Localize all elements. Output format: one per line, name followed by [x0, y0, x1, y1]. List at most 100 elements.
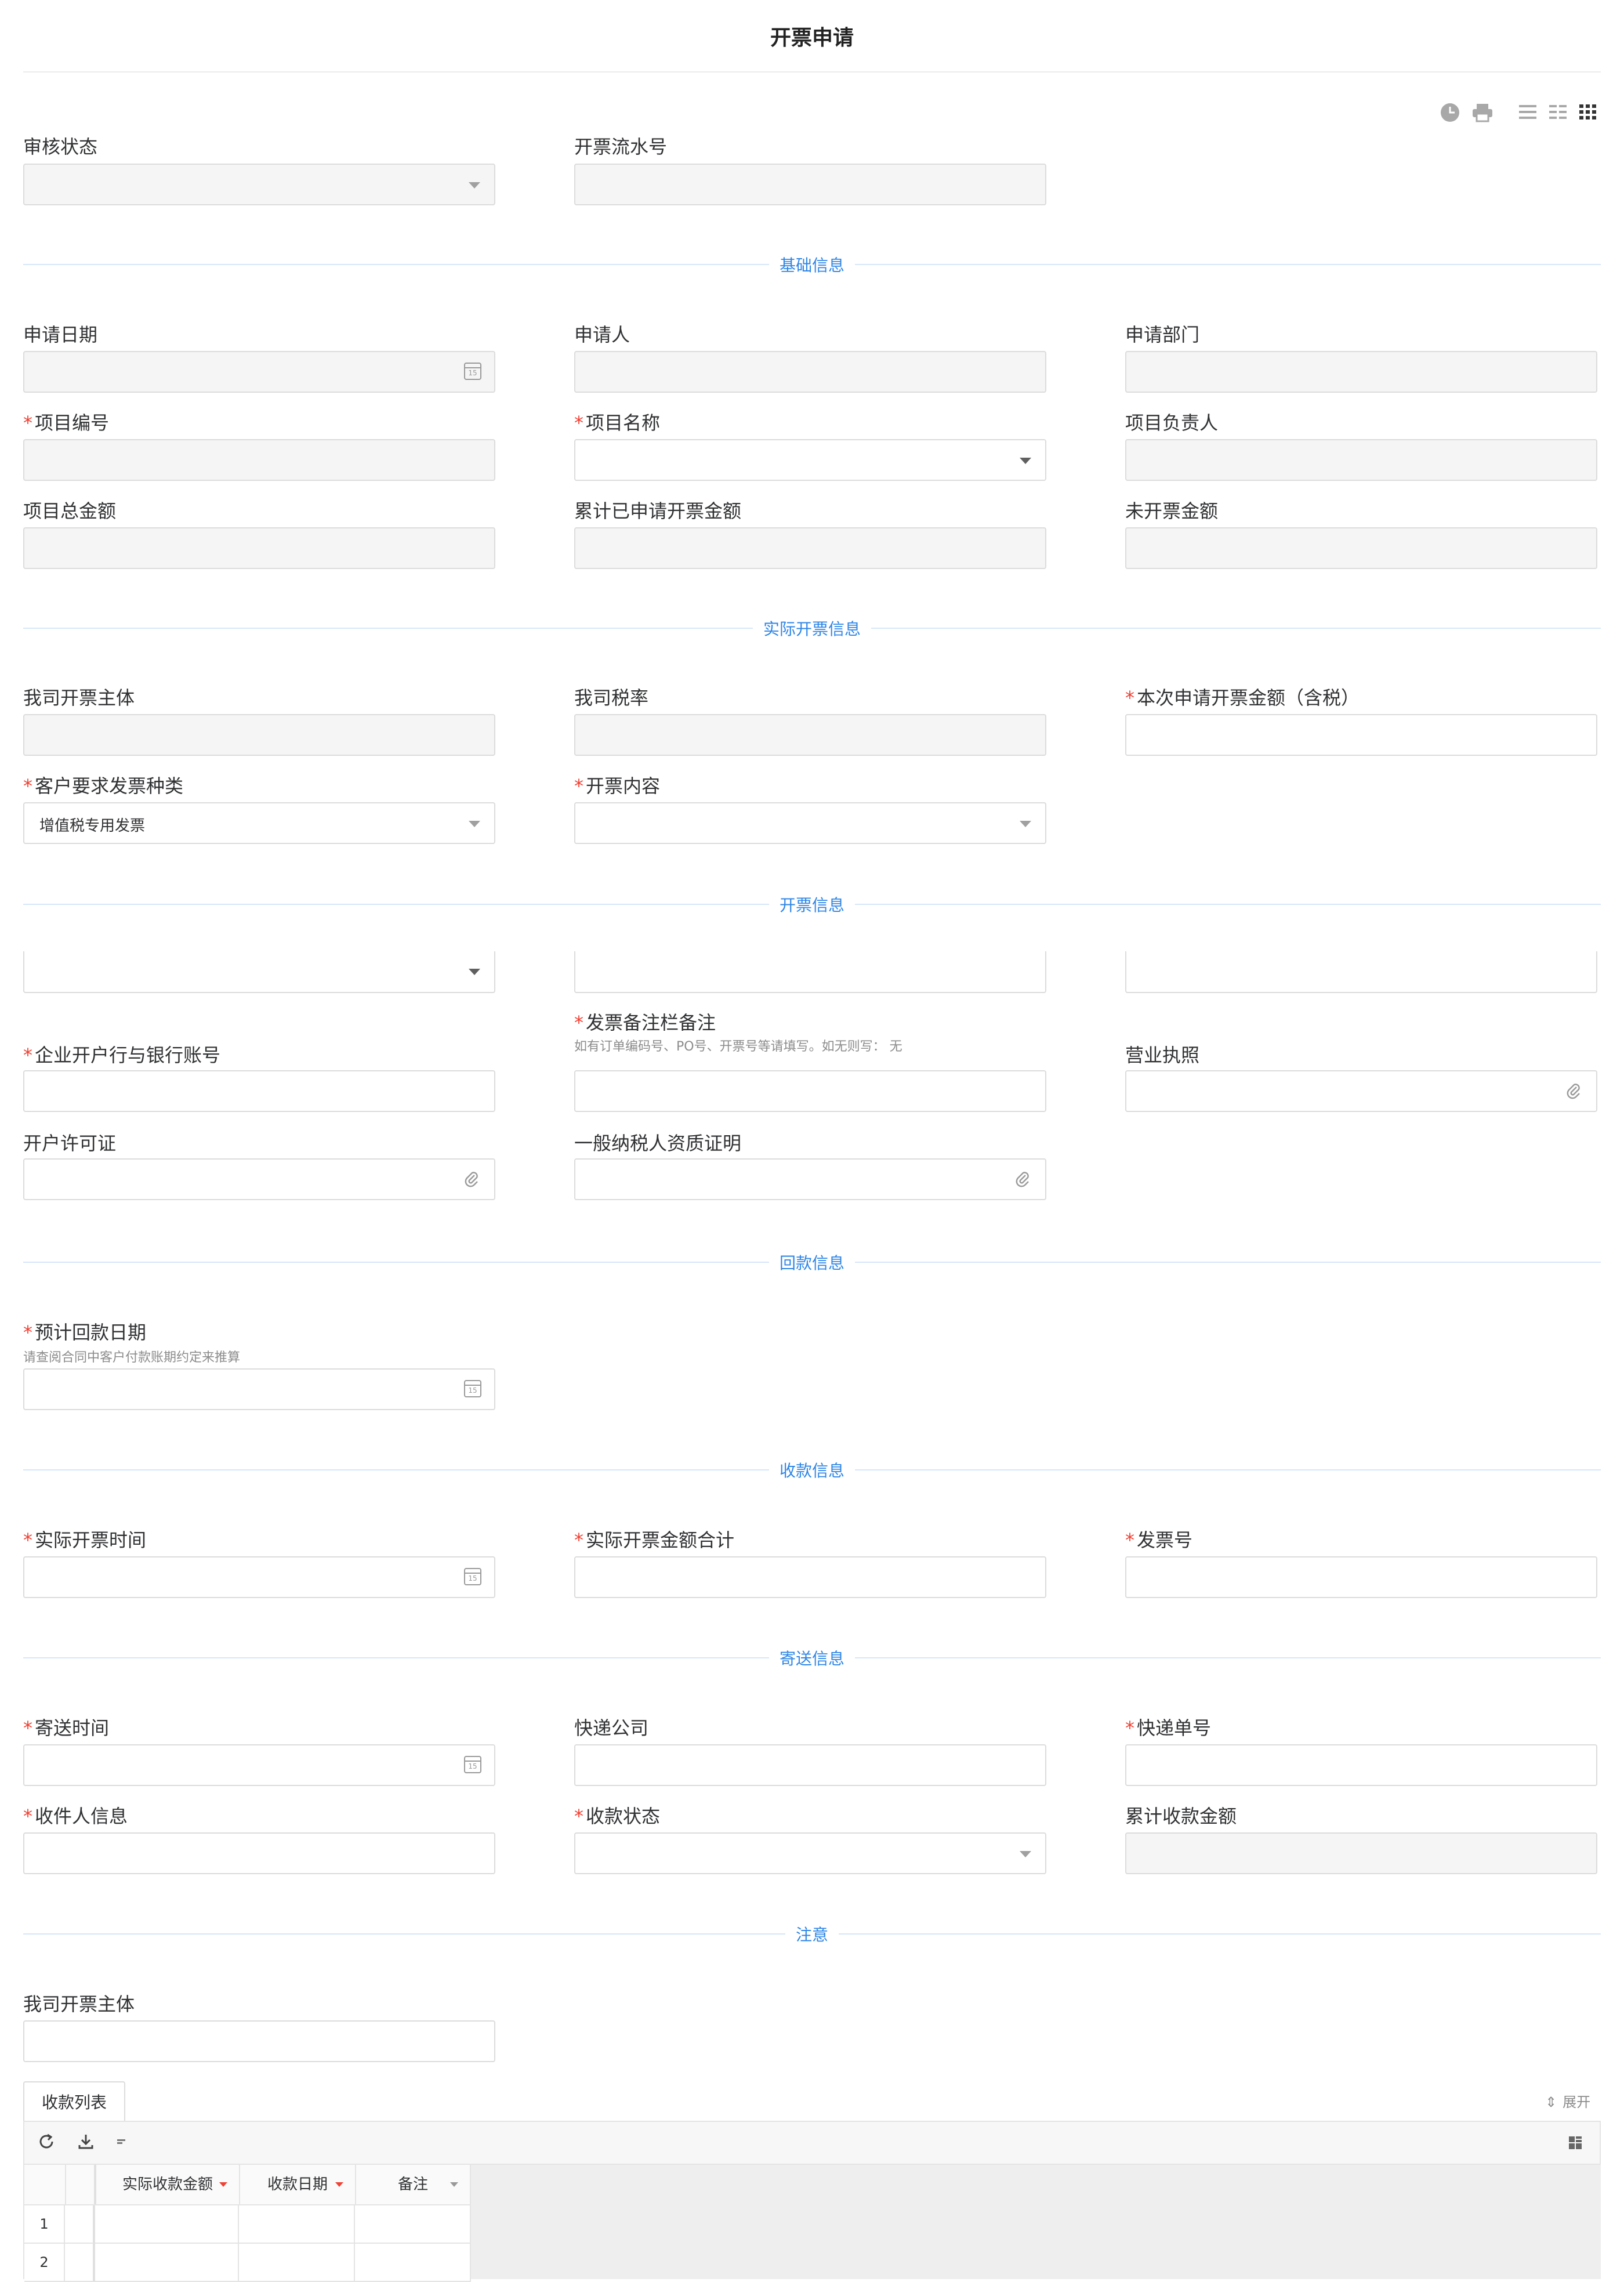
invoice-extra-input[interactable]: [574, 951, 1046, 993]
tax-rate-field[interactable]: [574, 714, 1046, 756]
table-cell[interactable]: [239, 2244, 355, 2282]
expand-label: 展开: [1563, 2094, 1591, 2110]
section-title-receipt: 收款信息: [768, 1461, 855, 1480]
account-permit-label: 开户许可证: [23, 1132, 117, 1154]
table-cell[interactable]: [355, 2244, 471, 2282]
required-mark: *: [23, 1717, 32, 1739]
project-total-label: 项目总金额: [23, 500, 117, 522]
send-time-label: * 寄送时间: [23, 1717, 110, 1739]
project-no-field[interactable]: [23, 439, 495, 481]
serial-no-field[interactable]: [574, 164, 1046, 205]
three-column-icon[interactable]: [1575, 102, 1601, 128]
send-time-field[interactable]: 15: [23, 1744, 495, 1786]
table-row[interactable]: 1: [24, 2205, 471, 2244]
table-row[interactable]: 2: [24, 2244, 471, 2282]
invoice-no-input[interactable]: [1125, 1556, 1597, 1598]
required-mark: *: [574, 1805, 583, 1827]
print-icon[interactable]: [1470, 102, 1495, 128]
notice-entity-input[interactable]: [23, 2020, 495, 2062]
tab-payment-list[interactable]: 收款列表: [23, 2081, 125, 2122]
apply-date-label: 申请日期: [23, 324, 98, 346]
required-mark: *: [1125, 1717, 1134, 1739]
column-header[interactable]: 收款日期: [240, 2165, 356, 2204]
table-cell[interactable]: [355, 2205, 471, 2244]
expected-date-field[interactable]: 15: [23, 1368, 495, 1410]
column-settings-icon[interactable]: [1567, 2135, 1585, 2152]
department-field[interactable]: [1125, 351, 1597, 393]
invoice-type-label: * 客户要求发票种类: [23, 775, 184, 797]
project-owner-field[interactable]: [1125, 439, 1597, 481]
page-title: 开票申请: [770, 26, 854, 50]
uninvoiced-amount-field[interactable]: [1125, 527, 1597, 569]
required-mark: *: [574, 1529, 583, 1551]
tracking-no-label: * 快递单号: [1125, 1717, 1212, 1739]
section-title-actual: 实际开票信息: [752, 620, 871, 639]
taxpayer-cert-label: 一般纳税人资质证明: [574, 1132, 742, 1154]
actual-total-input[interactable]: [574, 1556, 1046, 1598]
column-header[interactable]: 备注: [356, 2165, 471, 2204]
required-mark: *: [23, 1321, 32, 1343]
apply-amount-input[interactable]: [1125, 714, 1597, 756]
chevron-down-icon: [1020, 821, 1031, 827]
license-upload[interactable]: [1125, 1070, 1597, 1112]
serial-no-label: 开票流水号: [574, 136, 668, 158]
payment-status-select[interactable]: [574, 1832, 1046, 1874]
receiver-input[interactable]: [23, 1832, 495, 1874]
required-mark: *: [574, 412, 583, 434]
account-permit-upload[interactable]: [23, 1158, 495, 1200]
receiver-label: * 收件人信息: [23, 1805, 128, 1827]
paperclip-icon[interactable]: [1564, 1082, 1583, 1102]
clock-icon[interactable]: [1437, 102, 1463, 128]
table-cell[interactable]: [95, 2205, 239, 2244]
list-view-icon[interactable]: [1515, 102, 1540, 128]
apply-date-field[interactable]: 15: [23, 351, 495, 393]
actual-time-field[interactable]: 15: [23, 1556, 495, 1598]
cumulative-received-label: 累计收款金额: [1125, 1805, 1237, 1827]
two-column-icon[interactable]: [1545, 102, 1571, 128]
invoice-extra-input-2[interactable]: [1125, 951, 1597, 993]
cumulative-amount-field[interactable]: [574, 527, 1046, 569]
remark-hint: 如有订单编码号、PO号、开票号等请填写。如无则写： 无: [574, 1039, 902, 1054]
row-select-cell[interactable]: [65, 2205, 95, 2244]
table-cell[interactable]: [95, 2244, 239, 2282]
actual-total-label: * 实际开票金额合计: [574, 1529, 735, 1551]
chevron-down-icon: [1020, 1851, 1031, 1857]
invoice-type-value: 增值税专用发票: [39, 817, 146, 835]
invoice-content-select[interactable]: [574, 802, 1046, 844]
project-total-field[interactable]: [23, 527, 495, 569]
invoice-type-select[interactable]: 增值税专用发票: [23, 802, 495, 844]
bank-account-label: * 企业开户行与银行账号: [23, 1044, 221, 1066]
department-label: 申请部门: [1125, 324, 1200, 346]
filter-icon[interactable]: [116, 2136, 132, 2150]
taxpayer-cert-upload[interactable]: [574, 1158, 1046, 1200]
cumulative-received-field[interactable]: [1125, 1832, 1597, 1874]
download-icon[interactable]: [77, 2132, 97, 2153]
table-cell[interactable]: [239, 2205, 355, 2244]
invoice-extra-select[interactable]: [23, 951, 495, 993]
expand-toggle[interactable]: ⇕ 展开: [1545, 2091, 1590, 2111]
entity-label: 我司开票主体: [23, 687, 135, 709]
select-column-header[interactable]: [66, 2165, 96, 2204]
row-select-cell[interactable]: [65, 2244, 95, 2282]
courier-input[interactable]: [574, 1744, 1046, 1786]
bank-account-input[interactable]: [23, 1070, 495, 1112]
calendar-icon: 15: [464, 1568, 481, 1585]
audit-status-label: 审核状态: [23, 136, 98, 158]
refresh-icon[interactable]: [37, 2132, 58, 2153]
applicant-label: 申请人: [574, 324, 630, 346]
sort-caret-icon: [450, 2182, 458, 2187]
paperclip-icon[interactable]: [462, 1170, 481, 1190]
paperclip-icon[interactable]: [1013, 1170, 1032, 1190]
entity-field[interactable]: [23, 714, 495, 756]
tracking-no-input[interactable]: [1125, 1744, 1597, 1786]
remark-input[interactable]: [574, 1070, 1046, 1112]
applicant-field[interactable]: [574, 351, 1046, 393]
column-header[interactable]: 实际收款金额: [96, 2165, 240, 2204]
notice-entity-label: 我司开票主体: [23, 1993, 135, 2015]
project-name-select[interactable]: [574, 439, 1046, 481]
required-mark: *: [1125, 687, 1134, 709]
audit-status-select[interactable]: [23, 164, 495, 205]
section-title-notice: 注意: [785, 1925, 839, 1944]
sort-caret-icon: [335, 2182, 343, 2187]
chevron-down-icon: [469, 969, 480, 975]
